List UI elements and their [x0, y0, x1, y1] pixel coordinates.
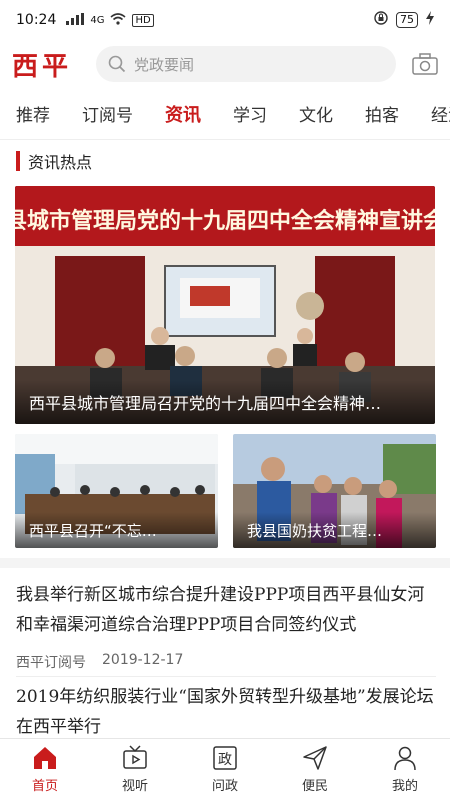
zheng-icon: 政: [213, 746, 237, 770]
search-bar[interactable]: 党政要闻: [96, 46, 396, 82]
nav-label: 首页: [31, 779, 58, 794]
signal-label: 4G: [90, 14, 105, 26]
app-header: 西平 党政要闻: [0, 40, 450, 88]
tab-culture[interactable]: 文化: [283, 101, 349, 126]
nav-media[interactable]: 视听: [90, 739, 180, 800]
battery-indicator: 75: [396, 12, 418, 28]
nav-label: 视听: [121, 779, 148, 794]
nav-inquiry[interactable]: 政 问政: [180, 739, 270, 800]
status-time: 10:24: [16, 12, 57, 28]
charging-icon: [426, 11, 434, 29]
news-thumb-card[interactable]: 我县国奶扶贫工程…: [233, 434, 436, 548]
nav-home[interactable]: 首页: [0, 739, 90, 800]
send-icon: [303, 746, 327, 770]
search-icon: [108, 55, 126, 73]
thumb-caption: 我县国奶扶贫工程…: [233, 512, 436, 548]
section-header: 资讯热点: [16, 150, 92, 172]
nav-label: 我的: [391, 779, 418, 794]
nav-profile[interactable]: 我的: [360, 739, 450, 800]
section-accent-bar: [16, 151, 20, 171]
tab-study[interactable]: 学习: [217, 101, 283, 126]
bottom-nav: 首页 视听 政 问政 便民 我的: [0, 738, 450, 800]
user-icon: [394, 746, 416, 771]
lock-icon: [374, 11, 388, 29]
article-title: 2019年纺织服装行业“国家外贸转型升级基地”发展论坛在西平举行: [16, 687, 434, 737]
tab-recommend[interactable]: 推荐: [0, 101, 66, 126]
network-label: HD: [132, 13, 154, 27]
tv-icon: [123, 745, 147, 769]
article-item[interactable]: 我县举行新区城市综合提升建设PPP项目西平县仙女河和幸福渠河道综合治理PPP项目…: [16, 580, 436, 672]
list-divider: [16, 676, 436, 677]
hero-news-card[interactable]: 县城市管理局党的十九届四中全会精神宣讲会 西平县城市管理局召开党的十九届四中全会…: [15, 186, 435, 424]
svg-text:政: 政: [218, 752, 232, 768]
section-title: 资讯热点: [28, 153, 93, 172]
tab-economy[interactable]: 经济: [415, 101, 450, 126]
article-source: 西平订阅号: [16, 655, 86, 671]
article-date: 2019-12-17: [102, 652, 184, 668]
article-item[interactable]: 2019年纺织服装行业“国家外贸转型升级基地”发展论坛在西平举行: [16, 682, 436, 742]
search-placeholder: 党政要闻: [134, 55, 195, 74]
hero-banner-text: 县城市管理局党的十九届四中全会精神宣讲会: [15, 208, 435, 234]
home-icon: [34, 747, 56, 769]
category-tabs: 推荐 订阅号 资讯 学习 文化 拍客 经济: [0, 88, 450, 140]
tab-news[interactable]: 资讯: [149, 101, 217, 127]
camera-icon[interactable]: [412, 53, 438, 75]
status-bar: 10:24 4G HD 75: [0, 0, 450, 40]
thumb-caption: 西平县召开“不忘…: [15, 512, 218, 548]
hero-caption: 西平县城市管理局召开党的十九届四中全会精神…: [15, 380, 435, 424]
section-divider: [0, 558, 450, 568]
article-title: 我县举行新区城市综合提升建设PPP项目西平县仙女河和幸福渠河道综合治理PPP项目…: [16, 585, 425, 635]
signal-icon: [66, 12, 85, 28]
tab-photographer[interactable]: 拍客: [349, 101, 415, 126]
nav-label: 问政: [211, 779, 238, 794]
nav-services[interactable]: 便民: [270, 739, 360, 800]
wifi-icon: [110, 12, 127, 28]
article-meta: 西平订阅号 2019-12-17: [16, 652, 436, 672]
nav-label: 便民: [301, 779, 328, 794]
tab-subscriptions[interactable]: 订阅号: [66, 101, 149, 126]
app-logo[interactable]: 西平: [12, 46, 96, 83]
news-thumb-card[interactable]: 西平县召开“不忘…: [15, 434, 218, 548]
